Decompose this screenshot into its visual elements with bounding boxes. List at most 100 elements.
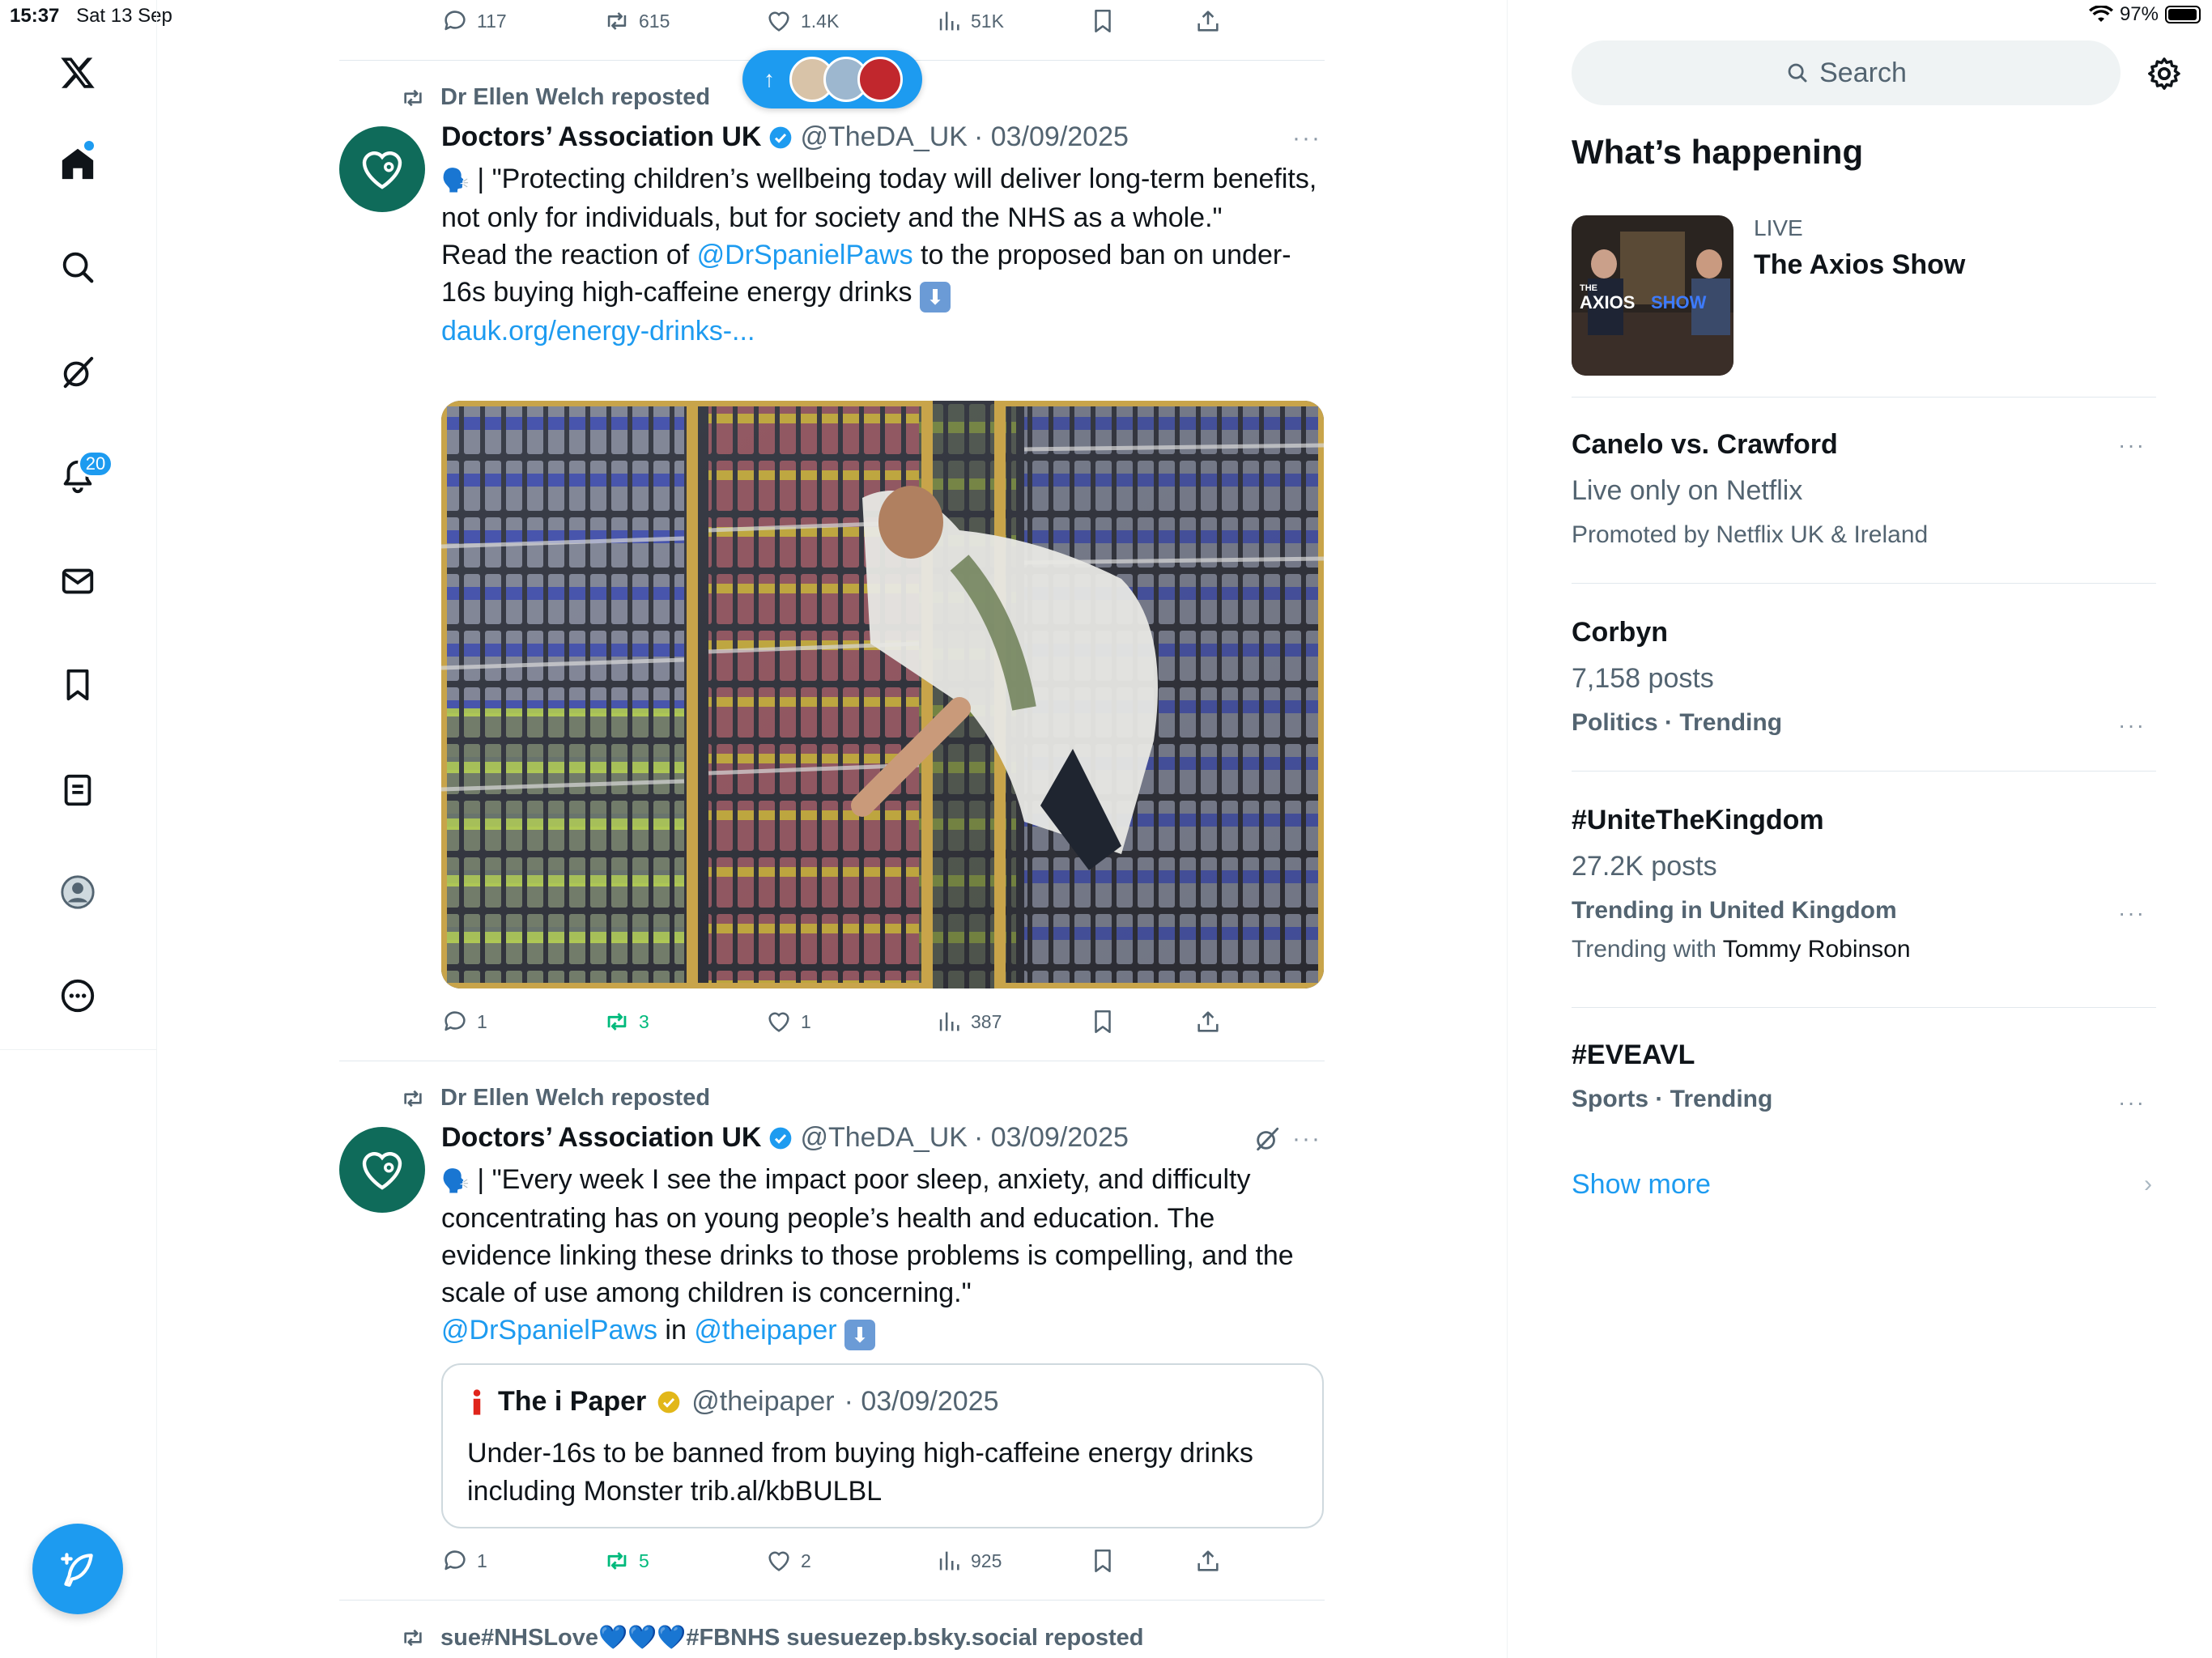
trend-more-button[interactable]: ··· (2118, 432, 2146, 458)
wifi-icon (2088, 6, 2113, 22)
views-button[interactable]: 51K (935, 3, 1004, 39)
author-name[interactable]: Doctors’ Association UK (441, 121, 761, 153)
like-button[interactable]: 1.4K (765, 3, 839, 39)
repost-attribution[interactable]: Dr Ellen Welch reposted (400, 1085, 710, 1112)
repost-count: 615 (639, 10, 670, 32)
post-image-energy-drinks-fridge[interactable] (441, 401, 1324, 988)
trend-more-button[interactable]: ··· (2118, 712, 2146, 738)
like-button[interactable]: 2 (765, 1543, 811, 1579)
bookmarks-icon[interactable] (49, 656, 107, 714)
author-avatar[interactable] (339, 1127, 425, 1213)
trend-item[interactable]: #UniteTheKingdom 27.2K posts Trending in… (1572, 805, 1911, 963)
search-input[interactable]: Search (1572, 40, 2121, 105)
reply-button[interactable]: 117 (441, 3, 507, 39)
share-button[interactable] (1194, 1543, 1222, 1579)
share-icon (1197, 1550, 1219, 1571)
trend-item[interactable]: Corbyn 7,158 posts Politics · Trending (1572, 617, 1782, 737)
repost-icon (404, 89, 422, 106)
messages-envelope-icon[interactable] (49, 552, 107, 610)
profile-avatar-icon[interactable] (49, 863, 107, 921)
reply-button[interactable]: 1 (441, 1004, 487, 1039)
chevron-right-icon: › (2144, 1171, 2152, 1197)
thumb-text-show: SHOW (1651, 292, 1707, 312)
author-avatar[interactable] (339, 126, 425, 212)
reply-button[interactable]: 1 (441, 1543, 487, 1579)
like-count: 2 (801, 1550, 811, 1571)
author-handle[interactable]: @TheDA_UK (800, 1122, 967, 1154)
repost-icon (404, 1629, 422, 1647)
reply-count: 117 (477, 10, 507, 32)
status-indicators: 97% (2088, 3, 2201, 26)
post-more-button[interactable]: ··· (1292, 125, 1321, 152)
home-icon[interactable] (49, 134, 107, 193)
notifications-badge: 20 (78, 450, 113, 478)
repost-button[interactable]: 615 (603, 3, 670, 39)
repost-icon (607, 12, 627, 30)
trend-posts: 27.2K posts (1572, 851, 1717, 882)
like-button[interactable]: 1 (765, 1004, 811, 1039)
reply-icon (445, 11, 466, 31)
repost-count: 3 (639, 1010, 649, 1032)
share-button[interactable] (1194, 1004, 1222, 1039)
repost-button[interactable]: 5 (603, 1543, 649, 1579)
trend-meta: Sports · Trending (1572, 1086, 1773, 1112)
author-handle[interactable]: @TheDA_UK (800, 121, 967, 153)
like-count: 1.4K (801, 10, 840, 32)
heart-icon (768, 1551, 789, 1571)
views-chart-icon (939, 1551, 959, 1571)
article-link[interactable]: dauk.org/energy-drinks-... (441, 316, 755, 346)
post-actions: 1 3 1 387 (441, 1004, 1235, 1039)
mention-link[interactable]: @DrSpanielPaws (697, 240, 913, 270)
battery-icon (2165, 6, 2201, 23)
new-posts-pill[interactable]: ↑ (742, 50, 922, 108)
quoted-post-card[interactable]: The i Paper @theipaper · 03/09/2025 Unde… (441, 1363, 1324, 1528)
repost-attribution[interactable]: Dr Ellen Welch reposted (400, 84, 710, 111)
i-paper-logo-icon (473, 1388, 481, 1415)
trend-item[interactable]: #EVEAVL Sports · Trending (1572, 1039, 1772, 1113)
thumb-text-axios: AXIOS (1580, 292, 1635, 312)
views-button[interactable]: 387 (935, 1004, 1002, 1039)
trend-posts: 7,158 posts (1572, 663, 1714, 694)
down-arrow-icon: ⬇ (844, 1320, 876, 1350)
show-more-link[interactable]: Show more (1572, 1169, 1711, 1201)
views-count: 925 (971, 1550, 1002, 1571)
reply-count: 1 (477, 1010, 487, 1032)
mention-link[interactable]: @theipaper (694, 1315, 836, 1346)
author-name[interactable]: Doctors’ Association UK (441, 1122, 761, 1154)
share-icon (1197, 11, 1219, 32)
compose-post-button[interactable] (32, 1524, 123, 1614)
gear-icon[interactable] (2146, 55, 2183, 92)
bookmark-button[interactable] (1089, 3, 1117, 39)
search-icon[interactable] (49, 238, 107, 296)
grok-icon[interactable] (49, 343, 107, 402)
quoted-author-handle: @theipaper (691, 1386, 835, 1417)
trend-with: Trending with Tommy Robinson (1572, 936, 1911, 963)
trend-more-button[interactable]: ··· (2118, 1090, 2146, 1116)
bookmark-button[interactable] (1089, 1543, 1117, 1579)
grok-icon[interactable] (1253, 1125, 1281, 1153)
x-logo-icon[interactable] (49, 44, 107, 102)
arrow-up-icon: ↑ (764, 66, 775, 91)
live-event-title[interactable]: The Axios Show (1754, 249, 1965, 281)
heart-icon (768, 1012, 789, 1032)
trend-separator (1572, 1007, 2156, 1008)
reply-icon (445, 1011, 466, 1031)
trend-more-button[interactable]: ··· (2118, 900, 2146, 926)
post-more-button[interactable]: ··· (1292, 1125, 1321, 1153)
repost-button[interactable]: 3 (603, 1004, 649, 1039)
more-options-icon[interactable] (49, 967, 107, 1025)
trend-separator (1572, 771, 2156, 772)
share-button[interactable] (1194, 3, 1222, 39)
bookmark-button[interactable] (1089, 1004, 1117, 1039)
post-header: Doctors’ Association UK @TheDA_UK · 03/0… (441, 1122, 1129, 1154)
live-event-thumbnail[interactable]: THE AXIOS SHOW (1572, 215, 1733, 376)
repost-by-label: Dr Ellen Welch reposted (440, 84, 711, 110)
trend-title: Canelo vs. Crawford (1572, 429, 1838, 460)
gold-verified-badge-icon (657, 1391, 680, 1413)
mention-link[interactable]: @DrSpanielPaws (441, 1315, 657, 1346)
views-button[interactable]: 925 (935, 1543, 1002, 1579)
down-arrow-icon: ⬇ (919, 282, 951, 312)
trend-item[interactable]: Canelo vs. Crawford Live only on Netflix… (1572, 429, 1928, 549)
lists-icon[interactable] (49, 761, 107, 819)
repost-attribution[interactable]: sue#NHSLove💙💙💙#FBNHS suesuezep.bsky.soci… (400, 1624, 1144, 1652)
